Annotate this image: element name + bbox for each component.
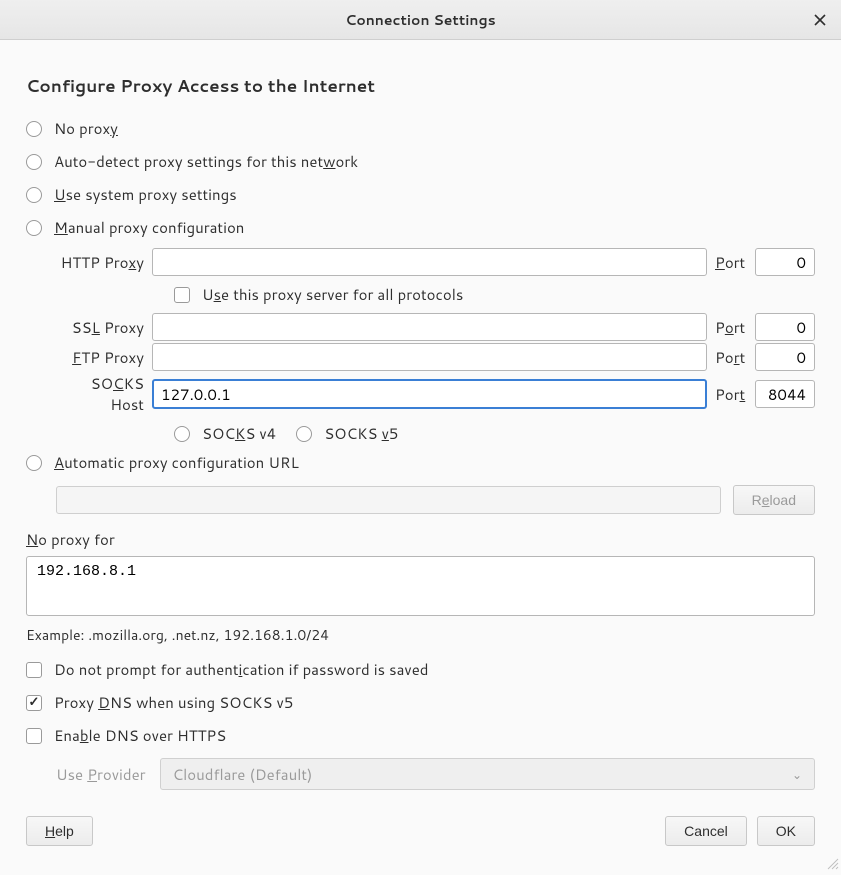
http-port-input[interactable] bbox=[755, 248, 815, 276]
ftp-proxy-row: FTP Proxy Port bbox=[56, 343, 815, 371]
socks-v5-option[interactable]: SOCKS v5 bbox=[296, 423, 398, 444]
pac-url-input bbox=[56, 486, 721, 514]
no-prompt-label: Do not prompt for authentication if pass… bbox=[54, 659, 428, 680]
ssl-proxy-input[interactable] bbox=[152, 313, 707, 341]
dialog-body: Configure Proxy Access to the Internet N… bbox=[0, 40, 841, 796]
no-prompt-row[interactable]: Do not prompt for authentication if pass… bbox=[26, 653, 815, 686]
connection-settings-dialog: Connection Settings Configure Proxy Acce… bbox=[0, 0, 841, 870]
ftp-proxy-label: FTP Proxy bbox=[56, 347, 144, 368]
proxy-dns-row[interactable]: Proxy DNS when using SOCKS v5 bbox=[26, 686, 815, 719]
http-proxy-label: HTTP Proxy bbox=[56, 252, 144, 273]
radio-label-no-proxy: No proxy bbox=[54, 118, 118, 139]
no-proxy-for-label: No proxy for bbox=[26, 529, 815, 550]
radio-label-auto-detect: Auto-detect proxy settings for this netw… bbox=[54, 151, 358, 172]
http-port-label: Port bbox=[715, 252, 747, 273]
socks-v4-option[interactable]: SOCKS v4 bbox=[174, 423, 276, 444]
ftp-port-label: Port bbox=[715, 347, 747, 368]
radio-row-pac[interactable]: Automatic proxy configuration URL bbox=[26, 446, 815, 479]
socks-port-input[interactable] bbox=[755, 380, 815, 408]
radio-row-auto-detect[interactable]: Auto-detect proxy settings for this netw… bbox=[26, 145, 815, 178]
ssl-proxy-label: SSL Proxy bbox=[56, 317, 144, 338]
socks-host-row: SOCKS Host Port bbox=[56, 373, 815, 415]
reload-button: Reload bbox=[733, 485, 815, 515]
radio-no-proxy[interactable] bbox=[26, 121, 42, 137]
use-for-all-label: Use this proxy server for all protocols bbox=[202, 284, 463, 305]
radio-row-no-proxy[interactable]: No proxy bbox=[26, 112, 815, 145]
dialog-title: Connection Settings bbox=[345, 10, 495, 30]
doh-provider-select: Cloudflare (Default) ⌄ bbox=[160, 758, 815, 790]
doh-provider-row: Use Provider Cloudflare (Default) ⌄ bbox=[26, 758, 815, 790]
radio-auto-detect[interactable] bbox=[26, 154, 42, 170]
radio-socks-v4[interactable] bbox=[174, 426, 190, 442]
radio-manual[interactable] bbox=[26, 220, 42, 236]
doh-label: Enable DNS over HTTPS bbox=[54, 725, 226, 746]
ssl-port-input[interactable] bbox=[755, 313, 815, 341]
dialog-footer: Help Cancel OK bbox=[0, 796, 841, 870]
ftp-port-input[interactable] bbox=[755, 343, 815, 371]
ftp-proxy-input[interactable] bbox=[152, 343, 707, 371]
resize-grip-icon[interactable] bbox=[825, 854, 839, 868]
radio-label-system: Use system proxy settings bbox=[54, 184, 237, 205]
use-for-all-checkbox[interactable] bbox=[174, 287, 190, 303]
radio-row-manual[interactable]: Manual proxy configuration bbox=[26, 211, 815, 244]
titlebar: Connection Settings bbox=[0, 0, 841, 40]
proxy-dns-checkbox[interactable] bbox=[26, 695, 42, 711]
proxy-dns-label: Proxy DNS when using SOCKS v5 bbox=[54, 692, 293, 713]
doh-provider-value: Cloudflare (Default) bbox=[173, 764, 313, 785]
radio-label-manual: Manual proxy configuration bbox=[54, 217, 244, 238]
pac-row: Reload bbox=[26, 485, 815, 515]
socks-host-input[interactable] bbox=[152, 379, 707, 409]
page-title: Configure Proxy Access to the Internet bbox=[26, 74, 815, 98]
ssl-proxy-row: SSL Proxy Port bbox=[56, 313, 815, 341]
socks-v4-label: SOCKS v4 bbox=[202, 423, 276, 444]
doh-row[interactable]: Enable DNS over HTTPS bbox=[26, 719, 815, 752]
socks-host-label: SOCKS Host bbox=[56, 373, 144, 415]
socks-v5-label: SOCKS v5 bbox=[324, 423, 398, 444]
radio-socks-v5[interactable] bbox=[296, 426, 312, 442]
socks-version-row: SOCKS v4 SOCKS v5 bbox=[56, 417, 815, 446]
help-button[interactable]: Help bbox=[26, 816, 93, 846]
use-for-all-row[interactable]: Use this proxy server for all protocols bbox=[56, 278, 815, 311]
chevron-down-icon: ⌄ bbox=[792, 766, 802, 783]
http-proxy-row: HTTP Proxy Port bbox=[56, 248, 815, 276]
manual-proxy-block: HTTP Proxy Port Use this proxy server fo… bbox=[26, 248, 815, 446]
cancel-button[interactable]: Cancel bbox=[665, 816, 747, 846]
ssl-port-label: Port bbox=[715, 317, 747, 338]
doh-provider-label: Use Provider bbox=[56, 764, 146, 785]
close-icon[interactable] bbox=[811, 11, 829, 29]
no-prompt-checkbox[interactable] bbox=[26, 662, 42, 678]
socks-port-label: Port bbox=[715, 384, 747, 405]
no-proxy-for-textarea[interactable] bbox=[26, 556, 815, 616]
radio-system[interactable] bbox=[26, 187, 42, 203]
doh-checkbox[interactable] bbox=[26, 728, 42, 744]
radio-label-pac: Automatic proxy configuration URL bbox=[54, 452, 299, 473]
radio-pac[interactable] bbox=[26, 455, 42, 471]
radio-row-system[interactable]: Use system proxy settings bbox=[26, 178, 815, 211]
http-proxy-input[interactable] bbox=[152, 248, 707, 276]
no-proxy-example: Example: .mozilla.org, .net.nz, 192.168.… bbox=[26, 625, 815, 645]
ok-button[interactable]: OK bbox=[757, 816, 815, 846]
